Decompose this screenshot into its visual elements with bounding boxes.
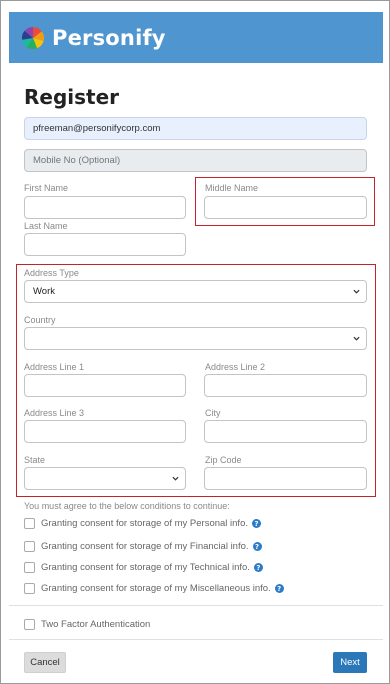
help-icon[interactable]: ? bbox=[252, 519, 261, 528]
last-name-label: Last Name bbox=[24, 221, 68, 231]
address-line-1-field[interactable] bbox=[24, 374, 186, 397]
consent-technical-label: Granting consent for storage of my Techn… bbox=[41, 562, 250, 573]
consent-financial-row[interactable]: Granting consent for storage of my Finan… bbox=[24, 541, 262, 552]
two-factor-row[interactable]: Two Factor Authentication bbox=[24, 619, 150, 630]
consent-miscellaneous-label: Granting consent for storage of my Misce… bbox=[41, 583, 271, 594]
consent-technical-checkbox[interactable] bbox=[24, 562, 35, 573]
address-type-select[interactable]: Work bbox=[24, 280, 367, 303]
consent-miscellaneous-row[interactable]: Granting consent for storage of my Misce… bbox=[24, 583, 284, 594]
page-title: Register bbox=[24, 85, 120, 109]
consent-personal-label: Granting consent for storage of my Perso… bbox=[41, 518, 248, 529]
last-name-field[interactable] bbox=[24, 233, 186, 256]
address-type-value: Work bbox=[33, 286, 55, 297]
app-header: Personify bbox=[9, 12, 383, 63]
address-line-1-label: Address Line 1 bbox=[24, 362, 85, 372]
consent-miscellaneous-checkbox[interactable] bbox=[24, 583, 35, 594]
country-label: Country bbox=[24, 315, 56, 325]
consent-technical-row[interactable]: Granting consent for storage of my Techn… bbox=[24, 562, 263, 573]
address-line-2-field[interactable] bbox=[204, 374, 367, 397]
first-name-field[interactable] bbox=[24, 196, 186, 219]
consent-financial-checkbox[interactable] bbox=[24, 541, 35, 552]
consent-personal-row[interactable]: Granting consent for storage of my Perso… bbox=[24, 518, 261, 529]
help-icon[interactable]: ? bbox=[274, 584, 284, 593]
brand-name: Personify bbox=[52, 25, 166, 50]
page-frame: Personify Register First Name Middle Nam… bbox=[0, 0, 390, 684]
two-factor-label: Two Factor Authentication bbox=[41, 619, 151, 630]
chevron-down-icon bbox=[172, 476, 179, 481]
address-line-3-field[interactable] bbox=[24, 420, 186, 443]
middle-name-label: Middle Name bbox=[205, 183, 259, 193]
cancel-button[interactable]: Cancel bbox=[24, 652, 66, 673]
address-line-3-label: Address Line 3 bbox=[24, 408, 85, 418]
state-label: State bbox=[24, 455, 46, 465]
next-button[interactable]: Next bbox=[333, 652, 367, 673]
consent-personal-checkbox[interactable] bbox=[24, 518, 35, 529]
middle-name-field[interactable] bbox=[204, 196, 367, 219]
two-factor-checkbox[interactable] bbox=[24, 619, 35, 630]
help-icon[interactable]: ? bbox=[252, 542, 262, 551]
divider bbox=[9, 639, 383, 640]
help-icon[interactable]: ? bbox=[253, 563, 263, 572]
country-select[interactable] bbox=[24, 327, 367, 350]
state-select[interactable] bbox=[24, 467, 186, 490]
email-field[interactable] bbox=[24, 117, 367, 140]
conditions-intro: You must agree to the below conditions t… bbox=[24, 501, 230, 511]
zip-code-field[interactable] bbox=[204, 467, 367, 490]
consent-financial-label: Granting consent for storage of my Finan… bbox=[41, 541, 249, 552]
city-field[interactable] bbox=[204, 420, 367, 443]
first-name-label: First Name bbox=[24, 183, 69, 193]
zip-code-label: Zip Code bbox=[205, 455, 242, 465]
chevron-down-icon bbox=[353, 336, 360, 341]
address-type-label: Address Type bbox=[24, 268, 79, 278]
personify-logo-icon bbox=[22, 26, 44, 49]
chevron-down-icon bbox=[353, 289, 360, 294]
divider bbox=[9, 605, 383, 606]
address-line-2-label: Address Line 2 bbox=[205, 362, 266, 372]
mobile-field[interactable] bbox=[24, 149, 367, 172]
city-label: City bbox=[205, 408, 221, 418]
